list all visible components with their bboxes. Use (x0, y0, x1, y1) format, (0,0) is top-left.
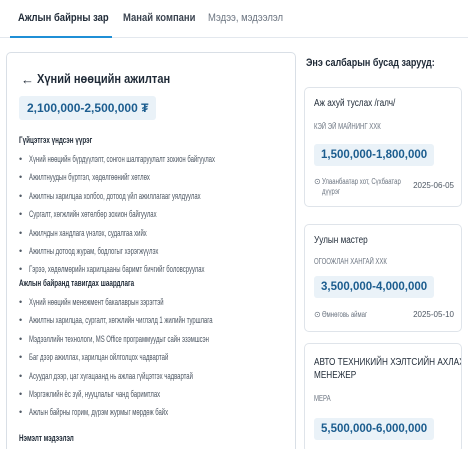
related-jobs-heading: Энэ салбарын бусад зарууд: (306, 57, 435, 69)
duties-list: Хүний нөөцийн бүрдүүлэлт, сонгон шалгару… (19, 150, 295, 279)
list-item: Баг дээр ажиллах, харилцан ойлголцох чад… (19, 348, 295, 366)
map-pin-icon: ⊙ (314, 177, 321, 186)
related-job-card[interactable]: Аж ахуй туслах /галч/ КЭЙ ЭЙ МАЙНИНГ ХХК… (304, 87, 462, 207)
related-job-salary: 1,500,000-1,800,000 (314, 144, 435, 166)
job-title: Хүний нөөцийн ажилтан (37, 71, 171, 86)
related-job-location: ⊙Өмнөговь аймаг (314, 310, 368, 319)
map-pin-icon: ⊙ (314, 310, 321, 319)
list-item: Гэрээ, хөдөлмөрийн харилцааны баримт бич… (19, 260, 295, 278)
tab-job-listings[interactable]: Ажлын байрны зар (18, 12, 109, 24)
related-job-card[interactable]: АВТО ТЕХНИКИЙН ХЭЛТСИЙН АХЛАХ МЕНЕЖЕР МЕ… (304, 343, 462, 449)
related-job-card[interactable]: Уулын мастер ОГООЖЛАН ХАНГАЙ ХХК 3,500,0… (304, 224, 462, 332)
list-item: Ажилтны харилцаа холбоо, дотоод үйл ажил… (19, 187, 295, 205)
related-job-location: ⊙Улаанбаатар хот, Сүхбаатар дүүрэг (314, 177, 401, 196)
arrow-left-icon[interactable]: ← (21, 72, 34, 87)
list-item: Ажилтны харилцаа, сургалт, хөгжлийн чигл… (19, 311, 295, 329)
related-job-salary: 3,500,000-4,000,000 (314, 276, 435, 298)
salary-badge: 2,100,000-2,500,000 ₮ (19, 96, 157, 120)
job-detail-card: ← Хүний нөөцийн ажилтан 2,100,000-2,500,… (6, 52, 296, 449)
section-heading-requirements: Ажлын байранд тавигдах шаардлага (19, 278, 135, 288)
related-job-title-line-2[interactable]: МЕНЕЖЕР (314, 370, 356, 381)
list-item: Сургалт, хөгжлийн хөтөлбөр зохион байгуу… (19, 205, 295, 223)
related-job-date: 2025-06-05 (413, 181, 454, 190)
related-job-salary: 5,500,000-6,000,000 (314, 418, 435, 440)
list-item: Хүний нөөцийн бүрдүүлэлт, сонгон шалгару… (19, 150, 295, 168)
section-heading-additional-info: Нэмэлт мэдээлэл (19, 433, 74, 443)
list-item: Хүний нөөцийн менежмент бакалаврын зэрэг… (19, 293, 295, 311)
tab-our-company[interactable]: Манай компани (123, 12, 195, 24)
related-job-company: ОГООЖЛАН ХАНГАЙ ХХК (314, 257, 387, 266)
active-tab-indicator (10, 36, 112, 38)
list-item: Асуудал дээр, цаг хугацаанд нь ажлаа гүй… (19, 367, 295, 385)
related-job-date: 2025-05-10 (413, 310, 454, 319)
requirements-list: Хүний нөөцийн менежмент бакалаврын зэрэг… (19, 293, 295, 422)
related-job-title-line-1[interactable]: АВТО ТЕХНИКИЙН ХЭЛТСИЙН АХЛАХ (314, 357, 461, 368)
section-heading-duties: Гүйцэтгэх үндсэн үүрэг (19, 135, 93, 145)
tab-news[interactable]: Мэдээ, мэдээлэл (208, 12, 283, 24)
related-job-company: КЭЙ ЭЙ МАЙНИНГ ХХК (314, 122, 381, 131)
related-job-title[interactable]: Уулын мастер (314, 235, 368, 246)
list-item: Мэргэжлийн ёс зүй, нууцлалыг чанд баримт… (19, 385, 295, 403)
related-job-title[interactable]: Аж ахуй туслах /галч/ (314, 98, 395, 109)
list-item: Ажилтнуудын бүртгэл, хөдөлгөөнийг хөтлөх (19, 168, 295, 186)
related-job-company: МЕРА (314, 394, 331, 403)
top-tab-bar: Ажлын байрны зар Манай компани Мэдээ, мэ… (0, 0, 468, 38)
list-item: Ажилчдын хандлага үнэлэх, судалгаа хийх (19, 224, 295, 242)
list-item: Мэдээллийн технологи, MS Office программ… (19, 330, 295, 348)
list-item: Ажлын байрны горим, дүрэм журмыг мөрдөж … (19, 403, 295, 421)
list-item: Ажилтны дотоод журам, бодлогыг хэрэгжүүл… (19, 242, 295, 260)
